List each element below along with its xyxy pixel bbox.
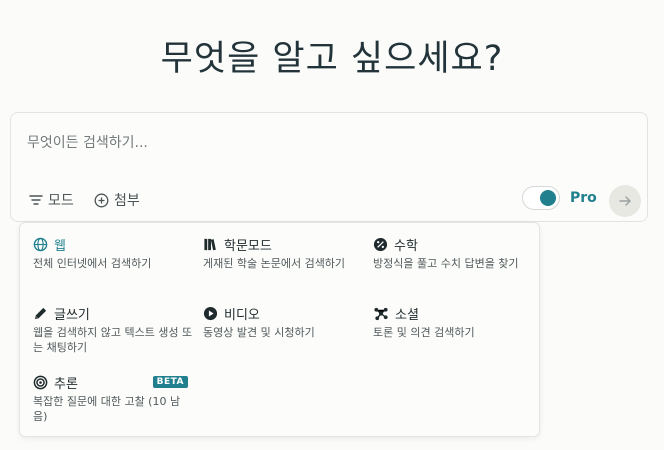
mode-name: 비디오 (224, 307, 260, 323)
percent-icon (373, 237, 388, 251)
mode-desc: 전체 인터넷에서 검색하기 (33, 257, 152, 270)
plus-circle-icon (94, 193, 109, 207)
mode-label: 모드 (48, 193, 74, 209)
mode-desc: 게재된 학술 논문에서 검색하기 (203, 257, 346, 270)
page-title: 무엇을 알고 싶으세요? (160, 39, 504, 79)
network-icon (374, 307, 388, 320)
mode-desc: 토론 및 의견 검색하기 (373, 326, 475, 339)
pro-toggle[interactable] (522, 186, 560, 210)
mode-desc: 웹을 검색하지 않고 텍스트 생성 또는 채팅하기 (33, 326, 193, 354)
pro-toggle-group: Pro (522, 186, 597, 210)
mode-item-math[interactable]: 수학 방정식을 풀고 수치 답변을 찾기 (373, 234, 538, 271)
mode-name: 웹 (54, 238, 66, 254)
attach-button[interactable]: 첨부 (94, 187, 140, 213)
target-icon (33, 375, 48, 389)
beta-badge: BETA (152, 376, 188, 388)
submit-button[interactable] (609, 185, 641, 217)
mode-item-writing[interactable]: 글쓰기 웹을 검색하지 않고 텍스트 생성 또는 채팅하기 (33, 303, 198, 355)
mode-item-academic[interactable]: 학문모드 게재된 학술 논문에서 검색하기 (203, 234, 368, 271)
pro-label: Pro (570, 190, 597, 206)
attach-label: 첨부 (114, 193, 140, 209)
mode-desc: 방정식을 풀고 수치 답변을 찾기 (373, 257, 519, 270)
mode-item-video[interactable]: 비디오 동영상 발견 및 시청하기 (203, 303, 368, 340)
books-icon (204, 238, 216, 250)
mode-name: 글쓰기 (54, 307, 90, 323)
filter-icon (29, 195, 43, 205)
arrow-right-icon (619, 196, 631, 206)
mode-item-social[interactable]: 소셜 토론 및 의견 검색하기 (373, 303, 538, 340)
mode-name: 학문모드 (224, 238, 272, 254)
toggle-knob (540, 190, 556, 206)
mode-desc: 동영상 발견 및 시청하기 (203, 326, 315, 339)
mode-dropdown: 웹 전체 인터넷에서 검색하기 학문모드 게재된 학술 논문에서 검색하기 수학… (19, 222, 540, 437)
search-input[interactable] (27, 131, 587, 155)
play-icon (203, 306, 218, 320)
mode-desc: 복잡한 질문에 대한 고찰 (10 남음) (33, 395, 181, 423)
mode-name: 추론 (54, 376, 78, 392)
search-box: 모드 첨부 Pro (10, 112, 648, 222)
pencil-icon (34, 307, 47, 319)
globe-icon (33, 237, 48, 251)
mode-name: 소셜 (395, 307, 419, 323)
mode-item-reasoning[interactable]: 추론 BETA 복잡한 질문에 대한 고찰 (10 남음) (33, 372, 188, 424)
mode-button[interactable]: 모드 (29, 187, 74, 213)
mode-name: 수학 (394, 238, 418, 254)
mode-item-web[interactable]: 웹 전체 인터넷에서 검색하기 (33, 234, 198, 271)
